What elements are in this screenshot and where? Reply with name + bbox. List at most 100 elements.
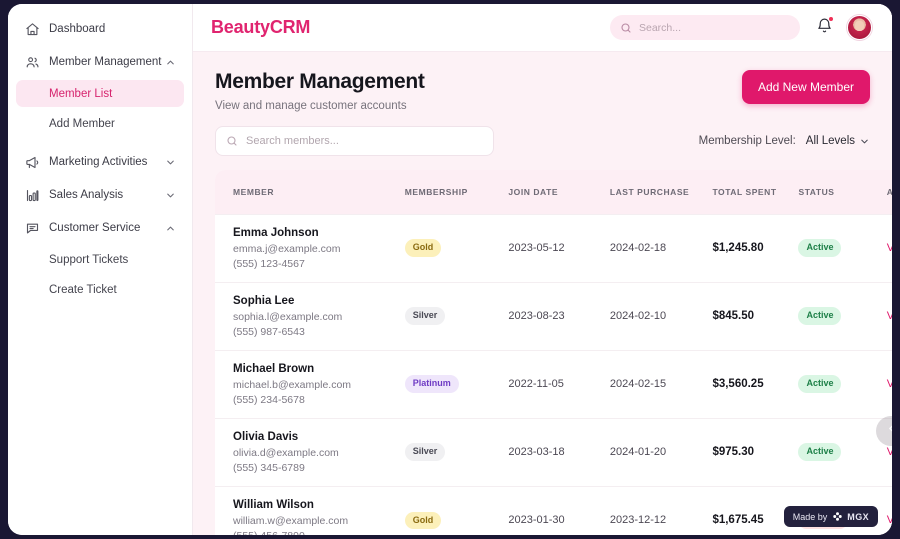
- made-by-badge[interactable]: Made by MGX: [783, 506, 878, 527]
- megaphone-icon: [24, 154, 40, 170]
- view-link[interactable]: View: [887, 514, 892, 526]
- member-email: william.w@example.com: [233, 514, 349, 527]
- table-row[interactable]: Olivia Davis olivia.d@example.com (555) 34…: [215, 417, 892, 486]
- message-square-icon: [24, 220, 40, 236]
- members-table: MEMBER MEMBERSHIP JOIN DATE LAST PURCHAS…: [215, 170, 892, 535]
- chevron-up-icon[interactable]: [165, 223, 176, 234]
- sidebar-sub-label: Member List: [49, 87, 113, 100]
- cell-total-spent: $3,560.25: [712, 349, 799, 418]
- global-search[interactable]: [610, 15, 800, 40]
- avatar[interactable]: [847, 15, 872, 40]
- chevron-down-icon[interactable]: [165, 157, 176, 168]
- cell-last-purchase: 2024-01-20: [609, 417, 713, 486]
- cell-join-date: 2023-03-18: [508, 417, 610, 486]
- sidebar-item-add-member[interactable]: Add Member: [16, 110, 184, 137]
- notifications-button[interactable]: [816, 15, 834, 39]
- sidebar-item-label: Marketing Activities: [49, 156, 148, 168]
- search-icon: [620, 22, 632, 34]
- sidebar-item-customer-service[interactable]: Customer Service: [16, 213, 184, 243]
- top-bar: BeautyCRM: [193, 4, 892, 52]
- sidebar-item-sales-analysis[interactable]: Sales Analysis: [16, 180, 184, 210]
- member-name: Sophia Lee: [233, 294, 295, 307]
- member-search[interactable]: [215, 126, 494, 156]
- view-link[interactable]: View: [887, 378, 892, 390]
- cell-membership: Gold: [404, 213, 509, 282]
- global-search-input[interactable]: [639, 21, 790, 34]
- cell-actions: View: [886, 485, 892, 535]
- membership-badge: Silver: [404, 307, 446, 325]
- member-name: Olivia Davis: [233, 430, 299, 443]
- member-name: Emma Johnson: [233, 226, 319, 239]
- table-row[interactable]: Emma Johnson emma.j@example.com (555) 123-…: [215, 213, 892, 282]
- column-header-membership[interactable]: MEMBERSHIP: [404, 170, 509, 214]
- sidebar-item-member-management[interactable]: Member Management: [16, 47, 184, 77]
- table-row[interactable]: Michael Brown michael.b@example.com (555) …: [215, 349, 892, 418]
- member-phone: (555) 456-7890: [233, 530, 405, 535]
- membership-badge: Gold: [404, 239, 442, 257]
- sidebar-group-member-management: Member Management Member List Add Member: [8, 47, 192, 137]
- page-subtitle: View and manage customer accounts: [215, 100, 407, 112]
- status-badge: Active: [798, 239, 842, 257]
- column-header-member[interactable]: MEMBER: [215, 170, 405, 214]
- cell-last-purchase: 2023-12-12: [609, 485, 713, 535]
- sidebar-item-support-tickets[interactable]: Support Tickets: [16, 246, 184, 273]
- membership-badge: Gold: [404, 511, 442, 529]
- page-header-text: Member Management View and manage custom…: [215, 70, 425, 112]
- member-search-input[interactable]: [246, 135, 483, 147]
- made-by-prefix: Made by: [792, 511, 828, 522]
- mgx-name: MGX: [847, 511, 869, 522]
- cell-join-date: 2023-08-23: [508, 281, 610, 350]
- add-new-member-button[interactable]: Add New Member: [741, 70, 870, 104]
- chevron-up-icon[interactable]: [165, 57, 176, 68]
- membership-level-label: Membership Level:: [698, 135, 796, 147]
- cell-member: Emma Johnson emma.j@example.com (555) 123-…: [215, 213, 405, 282]
- sidebar-item-create-ticket[interactable]: Create Ticket: [16, 276, 184, 303]
- chevron-down-icon: [859, 136, 870, 147]
- members-table-container[interactable]: MEMBER MEMBERSHIP JOIN DATE LAST PURCHAS…: [215, 170, 892, 535]
- column-header-actions[interactable]: ACTIONS: [886, 170, 892, 214]
- main-content: BeautyCRM Member Management View and man: [193, 4, 892, 535]
- column-header-join-date[interactable]: JOIN DATE: [508, 170, 610, 214]
- filter-bar: Membership Level: All Levels: [193, 112, 892, 156]
- sidebar-item-dashboard[interactable]: Dashboard: [16, 14, 184, 44]
- brand-logo[interactable]: BeautyCRM: [211, 17, 310, 38]
- column-header-total-spent[interactable]: TOTAL SPENT: [712, 170, 799, 214]
- sidebar-item-member-list[interactable]: Member List: [16, 80, 184, 107]
- status-badge: Active: [798, 443, 842, 461]
- member-phone: (555) 987-6543: [233, 325, 305, 338]
- cell-membership: Platinum: [404, 349, 509, 418]
- chevron-down-icon[interactable]: [165, 190, 176, 201]
- cell-member: Michael Brown michael.b@example.com (555) …: [215, 349, 405, 418]
- membership-level-select[interactable]: All Levels: [806, 135, 870, 147]
- sidebar-item-label: Sales Analysis: [49, 189, 124, 201]
- view-link[interactable]: View: [887, 310, 892, 322]
- cell-status: Active: [798, 417, 887, 486]
- mgx-logo-icon: [832, 511, 843, 522]
- view-link[interactable]: View: [887, 446, 892, 458]
- sidebar-item-marketing-activities[interactable]: Marketing Activities: [16, 147, 184, 177]
- search-icon: [226, 135, 238, 147]
- membership-badge: Platinum: [404, 375, 459, 393]
- cell-status: Active: [798, 281, 887, 350]
- sidebar-sub-label: Add Member: [49, 117, 115, 130]
- membership-level-value: All Levels: [805, 135, 855, 147]
- membership-level-filter: Membership Level: All Levels: [699, 135, 870, 147]
- home-icon: [24, 21, 40, 37]
- cell-member: William Wilson william.w@example.com (555)…: [215, 485, 405, 535]
- view-link[interactable]: View: [887, 242, 892, 254]
- cell-total-spent: $1,245.80: [712, 213, 799, 282]
- cell-last-purchase: 2024-02-15: [609, 349, 713, 418]
- cell-total-spent: $975.30: [712, 417, 799, 486]
- member-email: sophia.l@example.com: [233, 310, 343, 323]
- sidebar-item-label: Customer Service: [49, 222, 141, 234]
- column-header-status[interactable]: STATUS: [798, 170, 887, 214]
- cell-membership: Silver: [404, 417, 509, 486]
- cell-actions: View: [886, 213, 892, 282]
- bar-chart-icon: [24, 187, 40, 203]
- page-header: Member Management View and manage custom…: [193, 52, 892, 112]
- cell-join-date: 2023-05-12: [508, 213, 610, 282]
- member-name: Michael Brown: [233, 362, 315, 375]
- table-row[interactable]: Sophia Lee sophia.l@example.com (555) 987-…: [215, 281, 892, 350]
- column-header-last-purchase[interactable]: LAST PURCHASE: [609, 170, 713, 214]
- chevron-left-icon: [885, 422, 892, 440]
